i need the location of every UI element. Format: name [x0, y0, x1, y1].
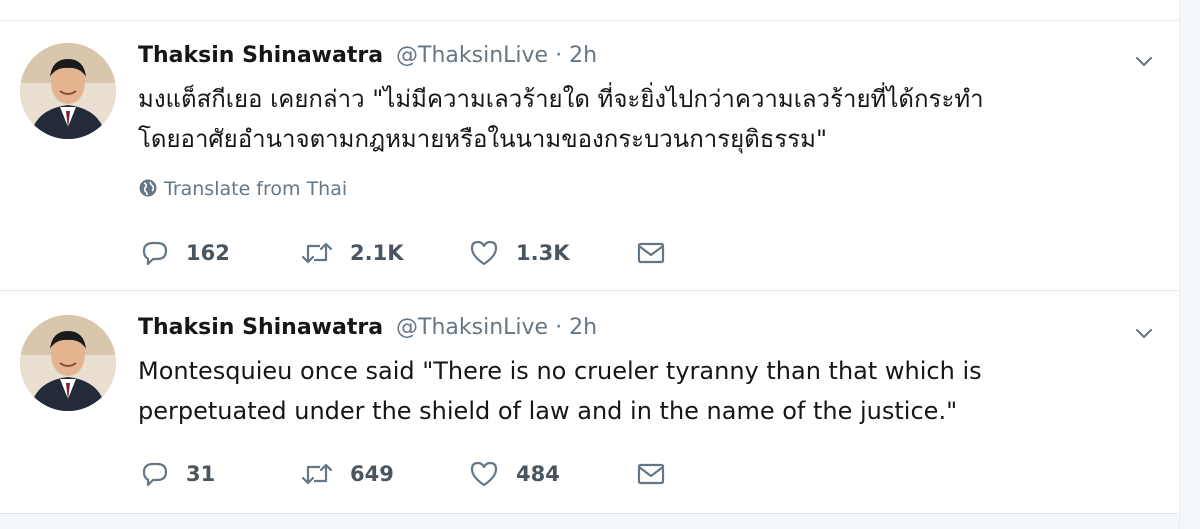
direct-message-button[interactable]: [636, 456, 666, 492]
reply-button[interactable]: 162: [140, 235, 230, 271]
like-count: 484: [516, 462, 560, 486]
tweet[interactable]: Thaksin Shinawatra @ThaksinLive · 2h Mon…: [0, 291, 1178, 514]
tweet-text-line: Montesquieu once said "There is no cruel…: [138, 357, 982, 385]
like-button[interactable]: 484: [468, 456, 560, 492]
user-handle[interactable]: @ThaksinLive: [396, 315, 548, 340]
separator-dot: ·: [555, 315, 563, 340]
tweet-text-line: โดยอาศัยอำนาจตามกฎหมายหรือในนามของกระบวน…: [138, 125, 828, 153]
tweet-text-line: perpetuated under the shield of law and …: [138, 397, 958, 425]
previous-tweet-edge: [0, 0, 1200, 21]
display-name[interactable]: Thaksin Shinawatra: [138, 315, 383, 340]
envelope-icon: [637, 463, 665, 485]
tweet-text-line: มงแต็สกีเยอ เคยกล่าว "ไม่มีความเลวร้ายใด…: [138, 85, 984, 113]
reply-icon: [142, 241, 168, 266]
page-scroll-edge: [1179, 0, 1200, 529]
separator-dot: ·: [555, 43, 563, 68]
reply-icon: [142, 462, 168, 487]
chevron-down-icon[interactable]: [1132, 321, 1156, 345]
like-count: 1.3K: [516, 241, 570, 265]
retweet-button[interactable]: 2.1K: [300, 235, 403, 271]
chevron-down-icon[interactable]: [1132, 49, 1156, 73]
tweet[interactable]: Thaksin Shinawatra @ThaksinLive · 2h มงแ…: [0, 21, 1178, 291]
tweet-text: มงแต็สกีเยอ เคยกล่าว "ไม่มีความเลวร้ายใด…: [138, 79, 1118, 159]
avatar-image: [20, 43, 116, 139]
retweet-button[interactable]: 649: [300, 456, 394, 492]
translate-link[interactable]: Translate from Thai: [138, 175, 347, 203]
heart-icon: [470, 461, 498, 487]
avatar-image: [20, 315, 116, 411]
tweet-text: Montesquieu once said "There is no cruel…: [138, 351, 1118, 431]
avatar[interactable]: [20, 43, 116, 139]
avatar[interactable]: [20, 315, 116, 411]
retweet-count: 2.1K: [350, 241, 404, 265]
tweet-header: Thaksin Shinawatra @ThaksinLive · 2h: [138, 41, 597, 71]
reply-button[interactable]: 31: [140, 456, 215, 492]
timeline-bottom-edge: [0, 514, 1200, 529]
retweet-icon: [301, 463, 333, 485]
reply-count: 31: [186, 462, 216, 486]
tweet-actions: 31 649 484: [140, 456, 700, 492]
translate-label: Translate from Thai: [164, 178, 348, 200]
heart-icon: [470, 240, 498, 266]
globe-icon: [138, 178, 158, 198]
envelope-icon: [637, 242, 665, 264]
tweet-header: Thaksin Shinawatra @ThaksinLive · 2h: [138, 313, 597, 343]
like-button[interactable]: 1.3K: [468, 235, 569, 271]
timestamp[interactable]: 2h: [569, 315, 597, 340]
direct-message-button[interactable]: [636, 235, 666, 271]
display-name[interactable]: Thaksin Shinawatra: [138, 43, 383, 68]
retweet-count: 649: [350, 462, 394, 486]
timeline: Thaksin Shinawatra @ThaksinLive · 2h มงแ…: [0, 0, 1200, 529]
tweet-actions: 162 2.1K 1.3K: [140, 235, 700, 271]
reply-count: 162: [186, 241, 230, 265]
user-handle[interactable]: @ThaksinLive: [396, 43, 548, 68]
retweet-icon: [301, 242, 333, 264]
timestamp[interactable]: 2h: [569, 43, 597, 68]
